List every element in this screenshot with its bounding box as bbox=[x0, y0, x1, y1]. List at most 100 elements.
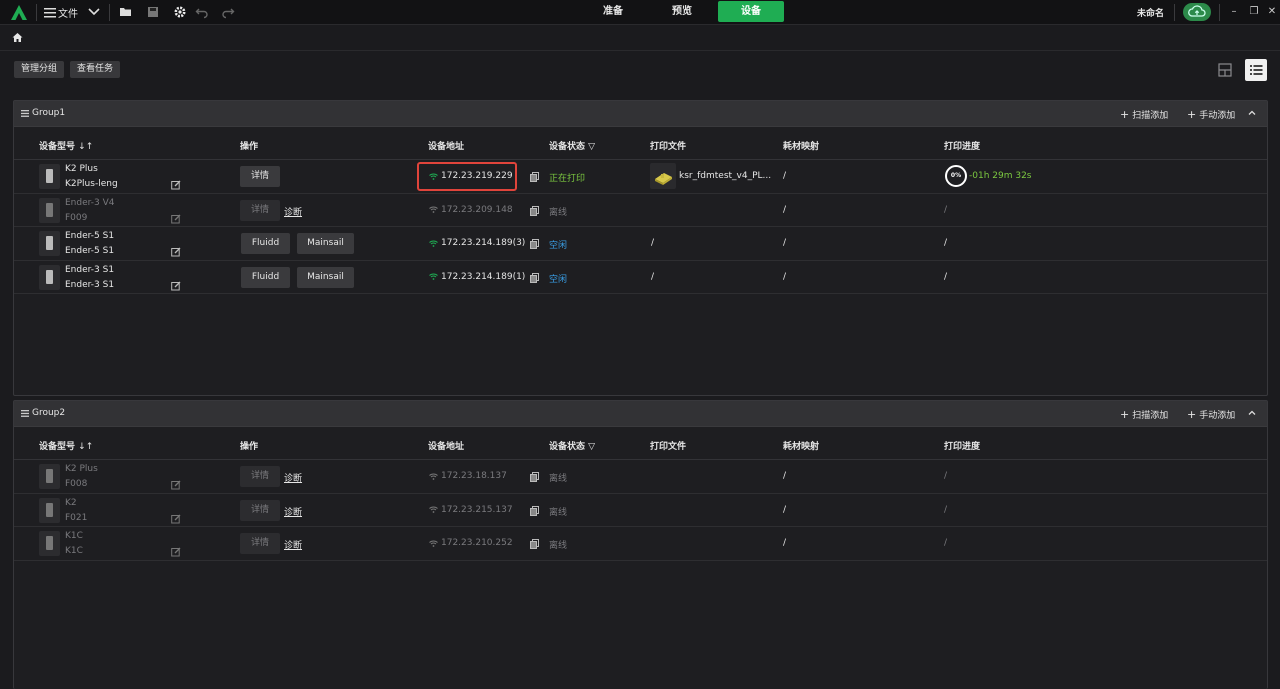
table-row[interactable]: Ender-3 S1 Ender-3 S1 Fluidd Mainsail 17… bbox=[14, 261, 1267, 294]
table-row[interactable]: K2 Plus K2Plus-leng 详情 172.23.219.229 正在… bbox=[14, 160, 1267, 194]
progress-ring: 0% bbox=[945, 165, 967, 187]
details-button[interactable]: 详情 bbox=[240, 199, 280, 221]
file-menu-button[interactable]: 文件 bbox=[44, 4, 78, 21]
save-icon[interactable] bbox=[146, 5, 160, 19]
col-progress: 打印进度 bbox=[944, 142, 981, 152]
fluidd-button[interactable]: Fluidd bbox=[241, 233, 290, 254]
remaining-time: -01h 29m 32s bbox=[969, 171, 1032, 181]
copy-icon[interactable] bbox=[530, 172, 539, 182]
copy-icon[interactable] bbox=[530, 505, 539, 516]
table-row[interactable]: Ender-3 V4 F009 详情 诊断 172.23.209.148 离线 … bbox=[14, 194, 1267, 227]
tab-device[interactable]: 设备 bbox=[718, 1, 784, 22]
restore-icon[interactable]: ❐ bbox=[1248, 6, 1260, 18]
details-button[interactable]: 详情 bbox=[240, 533, 280, 554]
edit-icon[interactable] bbox=[171, 214, 181, 224]
material-mapping: / bbox=[783, 471, 787, 481]
mainsail-button[interactable]: Mainsail bbox=[297, 233, 354, 254]
print-file: / bbox=[651, 238, 655, 248]
top-bar: 文件 准备 预览 设备 未命名 – ❐ ✕ bbox=[0, 0, 1280, 25]
sort-icon: ↓↑ bbox=[78, 442, 94, 452]
diagnose-link[interactable]: 诊断 bbox=[284, 505, 302, 518]
grid-view-button[interactable] bbox=[1214, 59, 1236, 81]
copy-icon[interactable] bbox=[530, 272, 539, 283]
project-name: 未命名 bbox=[1137, 9, 1165, 19]
edit-icon[interactable] bbox=[171, 281, 181, 291]
material-mapping: / bbox=[783, 238, 787, 248]
device-name: Ender-3 S1 bbox=[65, 279, 115, 290]
col-material: 耗材映射 bbox=[783, 142, 820, 152]
scan-add-button[interactable]: + 扫描添加 bbox=[1120, 408, 1168, 421]
open-folder-icon[interactable] bbox=[119, 5, 133, 19]
minimize-icon[interactable]: – bbox=[1228, 6, 1240, 18]
cloud-upload-icon bbox=[1188, 5, 1206, 17]
print-file: / bbox=[651, 271, 655, 282]
col-address: 设备地址 bbox=[428, 442, 465, 452]
col-status[interactable]: 设备状态 ▽ bbox=[549, 439, 595, 452]
material-mapping: / bbox=[783, 538, 787, 548]
print-progress: / bbox=[944, 538, 948, 548]
wifi-icon bbox=[429, 206, 438, 213]
table-row[interactable]: K1C K1C 详情 诊断 172.23.210.252 离线 / / bbox=[14, 527, 1267, 561]
wifi-icon bbox=[429, 506, 438, 513]
diagnose-link[interactable]: 诊断 bbox=[284, 538, 302, 551]
details-button[interactable]: 详情 bbox=[240, 466, 280, 487]
edit-icon[interactable] bbox=[171, 180, 181, 190]
col-progress: 打印进度 bbox=[944, 442, 981, 452]
edit-icon[interactable] bbox=[171, 514, 181, 524]
details-button[interactable]: 详情 bbox=[240, 166, 280, 187]
col-material: 耗材映射 bbox=[783, 442, 820, 452]
tab-prepare[interactable]: 准备 bbox=[580, 1, 646, 22]
col-model[interactable]: 设备型号 ↓↑ bbox=[39, 139, 93, 152]
table-row[interactable]: K2 Plus F008 详情 诊断 172.23.18.137 离线 / / bbox=[14, 460, 1267, 494]
device-group-2: Group2 + 扫描添加 + 手动添加 设备型号 ↓↑ 操作 设备地址 设备状… bbox=[13, 400, 1268, 689]
table-row[interactable]: K2 F021 详情 诊断 172.23.215.137 离线 / / bbox=[14, 494, 1267, 527]
device-toolbar: 管理分组 查看任务 bbox=[0, 52, 1280, 88]
chevron-down-icon[interactable] bbox=[87, 5, 101, 19]
group-title[interactable]: Group2 bbox=[21, 408, 65, 418]
mainsail-button[interactable]: Mainsail bbox=[297, 266, 354, 288]
device-model: K2 Plus bbox=[65, 164, 98, 174]
wifi-icon bbox=[429, 173, 438, 180]
redo-icon[interactable] bbox=[221, 5, 235, 19]
manage-groups-button[interactable]: 管理分组 bbox=[14, 61, 65, 78]
close-icon[interactable]: ✕ bbox=[1266, 6, 1278, 18]
edit-icon[interactable] bbox=[171, 247, 181, 257]
copy-icon[interactable] bbox=[530, 472, 539, 482]
col-status[interactable]: 设备状态 ▽ bbox=[549, 139, 595, 152]
home-icon[interactable] bbox=[12, 32, 23, 43]
filter-icon: ▽ bbox=[588, 442, 596, 452]
chevron-up-icon[interactable] bbox=[1247, 108, 1257, 118]
edit-icon[interactable] bbox=[171, 547, 181, 557]
details-button[interactable]: 详情 bbox=[240, 499, 280, 521]
scan-add-label: 扫描添加 bbox=[1132, 411, 1169, 421]
manual-add-label: 手动添加 bbox=[1199, 111, 1236, 121]
manual-add-button[interactable]: + 手动添加 bbox=[1187, 408, 1235, 421]
manual-add-button[interactable]: + 手动添加 bbox=[1187, 108, 1235, 121]
device-status: 空闲 bbox=[549, 241, 568, 251]
list-view-button[interactable] bbox=[1245, 59, 1267, 81]
diagnose-link[interactable]: 诊断 bbox=[284, 471, 302, 484]
group-title[interactable]: Group1 bbox=[21, 108, 65, 118]
chevron-up-icon[interactable] bbox=[1247, 408, 1257, 418]
group-name: Group1 bbox=[32, 108, 66, 118]
col-file: 打印文件 bbox=[650, 442, 687, 452]
hamburger-icon bbox=[44, 7, 56, 17]
copy-icon[interactable] bbox=[530, 539, 539, 549]
view-tasks-button[interactable]: 查看任务 bbox=[70, 61, 121, 78]
cloud-button[interactable] bbox=[1183, 3, 1211, 21]
copy-icon[interactable] bbox=[530, 239, 539, 249]
main-tabs: 准备 预览 设备 bbox=[580, 1, 787, 22]
device-model: K2 Plus bbox=[65, 464, 98, 474]
gear-icon[interactable] bbox=[173, 5, 187, 19]
scan-add-button[interactable]: + 扫描添加 bbox=[1120, 108, 1168, 121]
diagnose-link[interactable]: 诊断 bbox=[284, 205, 302, 218]
table-row[interactable]: Ender-5 S1 Ender-5 S1 Fluidd Mainsail 17… bbox=[14, 227, 1267, 261]
fluidd-button[interactable]: Fluidd bbox=[241, 266, 290, 288]
undo-icon[interactable] bbox=[195, 5, 209, 19]
device-model: K2 bbox=[65, 497, 77, 508]
tab-preview[interactable]: 预览 bbox=[649, 1, 715, 22]
col-model[interactable]: 设备型号 ↓↑ bbox=[39, 439, 93, 452]
copy-icon[interactable] bbox=[530, 205, 539, 216]
device-model: Ender-3 V4 bbox=[65, 197, 115, 208]
edit-icon[interactable] bbox=[171, 480, 181, 490]
